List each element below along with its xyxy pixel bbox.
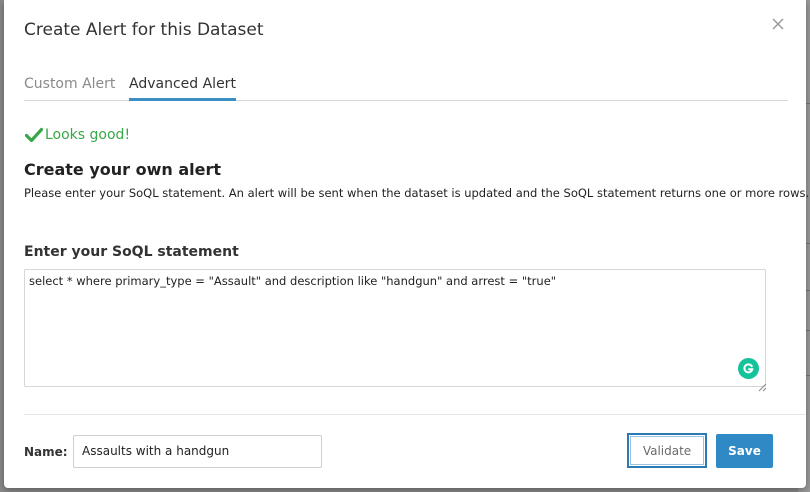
validate-button[interactable]: Validate [627, 433, 707, 468]
resize-handle-icon[interactable] [758, 377, 767, 392]
validation-message: Looks good! [45, 127, 131, 143]
alert-tabs: Custom Alert Advanced Alert [24, 76, 788, 101]
soql-label: Enter your SoQL statement [24, 244, 239, 260]
save-button[interactable]: Save [716, 434, 773, 468]
tab-custom-alert[interactable]: Custom Alert [24, 76, 115, 98]
section-description: Please enter your SoQL statement. An ale… [24, 186, 810, 200]
footer-divider [24, 414, 806, 415]
grammarly-icon[interactable] [738, 358, 759, 379]
validation-status: Looks good! [25, 127, 130, 143]
alert-name-input[interactable]: Assaults with a handgun [73, 435, 322, 468]
modal-title: Create Alert for this Dataset [24, 20, 264, 40]
tab-advanced-alert[interactable]: Advanced Alert [129, 76, 236, 101]
create-alert-modal: Create Alert for this Dataset Custom Ale… [4, 0, 810, 488]
checkmark-icon [25, 127, 43, 143]
name-label: Name: [24, 445, 68, 459]
close-icon[interactable] [770, 16, 786, 32]
section-heading: Create your own alert [24, 160, 222, 179]
soql-textarea[interactable]: select * where primary_type = "Assault" … [24, 269, 766, 387]
